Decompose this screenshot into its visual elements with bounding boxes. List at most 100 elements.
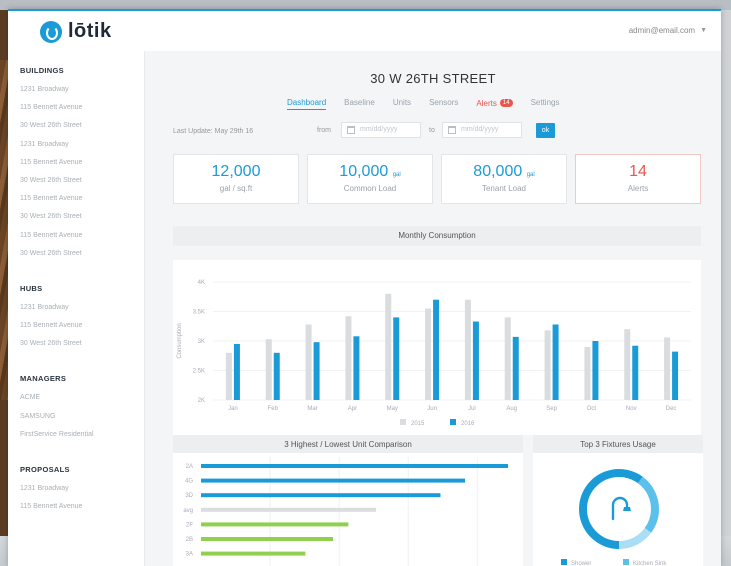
y-tick-label: 2.5K — [193, 369, 205, 375]
stat-card-common-load: 10,000 gal Common Load — [307, 154, 433, 204]
bar-2015 — [425, 308, 432, 400]
sidebar-item[interactable]: 1231 Broadway — [20, 303, 144, 321]
tab-dashboard[interactable]: Dashboard — [287, 98, 327, 110]
bar-2015 — [385, 293, 392, 400]
stat-label: gal / sq.ft — [219, 184, 253, 193]
alerts-badge: 14 — [499, 99, 513, 107]
top-bar: lōtik admin@email.com ▼ — [8, 9, 721, 51]
account-email: admin@email.com — [628, 26, 696, 35]
unit-comparison-svg: 2A 4G 3D avg 2F 2B 3A — [173, 453, 523, 566]
tab-alerts[interactable]: Alerts 14 — [476, 98, 513, 110]
bar-2016 — [512, 336, 519, 400]
y-tick-label: 2K — [198, 398, 205, 404]
bar-2016 — [632, 345, 639, 400]
stat-card-alerts[interactable]: 14 Alerts — [575, 154, 701, 204]
sidebar: BUILDINGS 1231 Broadway 115 Bennett Avenue… — [8, 51, 145, 566]
unit-label: 3D — [185, 493, 193, 499]
x-tick-label: Jan — [228, 406, 238, 412]
legend-label: 2015 — [411, 421, 425, 427]
x-tick-label: Oct — [587, 406, 597, 412]
bar-2016 — [353, 336, 360, 400]
account-menu[interactable]: admin@email.com ▼ — [629, 26, 707, 35]
unit-bar — [201, 522, 349, 527]
unit-bar — [201, 493, 441, 498]
y-tick-label: 4K — [198, 280, 205, 286]
sidebar-item[interactable]: 30 West 26th Street — [20, 339, 144, 357]
sidebar-item[interactable]: ACME — [20, 393, 144, 411]
unit-label: 2F — [186, 522, 193, 528]
unit-comparison-header: 3 Highest / Lowest Unit Comparison — [173, 435, 523, 455]
bar-2015 — [345, 316, 352, 400]
stat-label: Tenant Load — [481, 184, 527, 193]
sidebar-item[interactable]: 115 Bennett Avenue — [20, 321, 144, 339]
x-tick-label: Sep — [546, 406, 557, 412]
tab-sensors[interactable]: Sensors — [429, 98, 458, 110]
to-date-input[interactable]: mm/dd/yyyy — [442, 122, 522, 138]
y-tick-label: 3.5K — [193, 310, 205, 316]
bar-2015 — [225, 352, 232, 400]
sidebar-section-title: MANAGERS — [20, 374, 67, 384]
sidebar-item[interactable]: 115 Bennett Avenue — [20, 502, 144, 520]
to-date-placeholder: mm/dd/yyyy — [461, 126, 499, 133]
sidebar-item[interactable]: FirstService Residential — [20, 430, 144, 448]
bar-2016 — [233, 343, 240, 400]
sidebar-item[interactable]: 115 Bennett Avenue — [20, 194, 144, 212]
tab-alerts-label: Alerts — [476, 98, 497, 108]
stat-value: 80,000 — [473, 163, 523, 180]
sidebar-section: HUBS 1231 Broadway 115 Bennett Avenue 30 We… — [20, 284, 144, 358]
sidebar-item[interactable]: 115 Bennett Avenue — [20, 231, 144, 249]
stat-value: 12,000 — [211, 163, 261, 180]
y-tick-label: 3K — [198, 339, 205, 345]
unit-label: 4G — [185, 479, 193, 485]
logo[interactable]: lōtik — [40, 20, 112, 43]
legend-swatch — [561, 559, 567, 565]
sidebar-item[interactable]: 115 Bennett Avenue — [20, 158, 144, 176]
bar-2015 — [664, 337, 671, 400]
sidebar-item[interactable]: 1231 Broadway — [20, 85, 144, 103]
bar-2016 — [273, 352, 280, 400]
sidebar-item[interactable]: 30 West 26th Street — [20, 176, 144, 194]
calendar-icon — [347, 126, 355, 134]
sidebar-item[interactable]: 1231 Broadway — [20, 140, 144, 158]
ok-button[interactable]: ok — [536, 123, 555, 138]
fixtures-header: Top 3 Fixtures Usage — [533, 435, 703, 455]
tab-units[interactable]: Units — [393, 98, 411, 110]
stat-unit: gal — [526, 172, 535, 178]
stat-value: 14 — [629, 163, 647, 180]
stat-label: Alerts — [627, 184, 649, 193]
unit-comparison-chart: 2A 4G 3D avg 2F 2B 3A — [173, 453, 523, 566]
stat-value: 10,000 — [339, 163, 389, 180]
tab-settings[interactable]: Settings — [531, 98, 560, 110]
sidebar-section: MANAGERS ACME SAMSUNG FirstService Resident… — [20, 374, 144, 448]
last-update-text: Last Update: May 29th 16 — [173, 128, 254, 135]
page-title: 30 W 26TH STREET — [370, 71, 496, 86]
x-tick-label: Jul — [468, 406, 476, 412]
sidebar-item[interactable]: 115 Bennett Avenue — [20, 103, 144, 121]
bar-2016 — [313, 342, 320, 400]
main-content: 30 W 26TH STREET Dashboard Baseline Unit… — [145, 51, 721, 566]
sidebar-item[interactable]: SAMSUNG — [20, 412, 144, 430]
unit-bar — [201, 464, 508, 468]
legend-label: Kitchen Sink — [633, 561, 667, 566]
from-label: from — [317, 127, 331, 134]
unit-bar — [201, 507, 376, 512]
monthly-consumption-chart: 2K 2.5K 3K 3.5K 4K Consumption Jan Feb Mar Apr May… — [173, 260, 701, 435]
unit-label: 3A — [186, 552, 193, 558]
unit-bar — [201, 551, 306, 556]
monthly-consumption-header: Monthly Consumption — [173, 226, 701, 246]
from-date-input[interactable]: mm/dd/yyyy — [341, 122, 421, 138]
tab-baseline[interactable]: Baseline — [344, 98, 375, 110]
stat-unit: gal — [392, 172, 401, 178]
chevron-down-icon: ▼ — [700, 27, 707, 34]
monthly-bar-chart: 2K 2.5K 3K 3.5K 4K Consumption Jan Feb Mar Apr May… — [173, 260, 701, 435]
sidebar-item[interactable]: 1231 Broadway — [20, 484, 144, 502]
stat-card-tenant-load: 80,000 gal Tenant Load — [441, 154, 567, 204]
sidebar-item[interactable]: 30 West 26th Street — [20, 212, 144, 230]
bar-2016 — [672, 351, 679, 400]
sidebar-item[interactable]: 30 West 26th Street — [20, 249, 144, 267]
x-tick-label: Apr — [348, 406, 357, 412]
sidebar-item[interactable]: 30 West 26th Street — [20, 121, 144, 139]
x-tick-label: Aug — [506, 406, 517, 412]
fixtures-donut-svg: Shower Kitchen Sink — [533, 453, 703, 566]
to-label: to — [429, 127, 435, 134]
